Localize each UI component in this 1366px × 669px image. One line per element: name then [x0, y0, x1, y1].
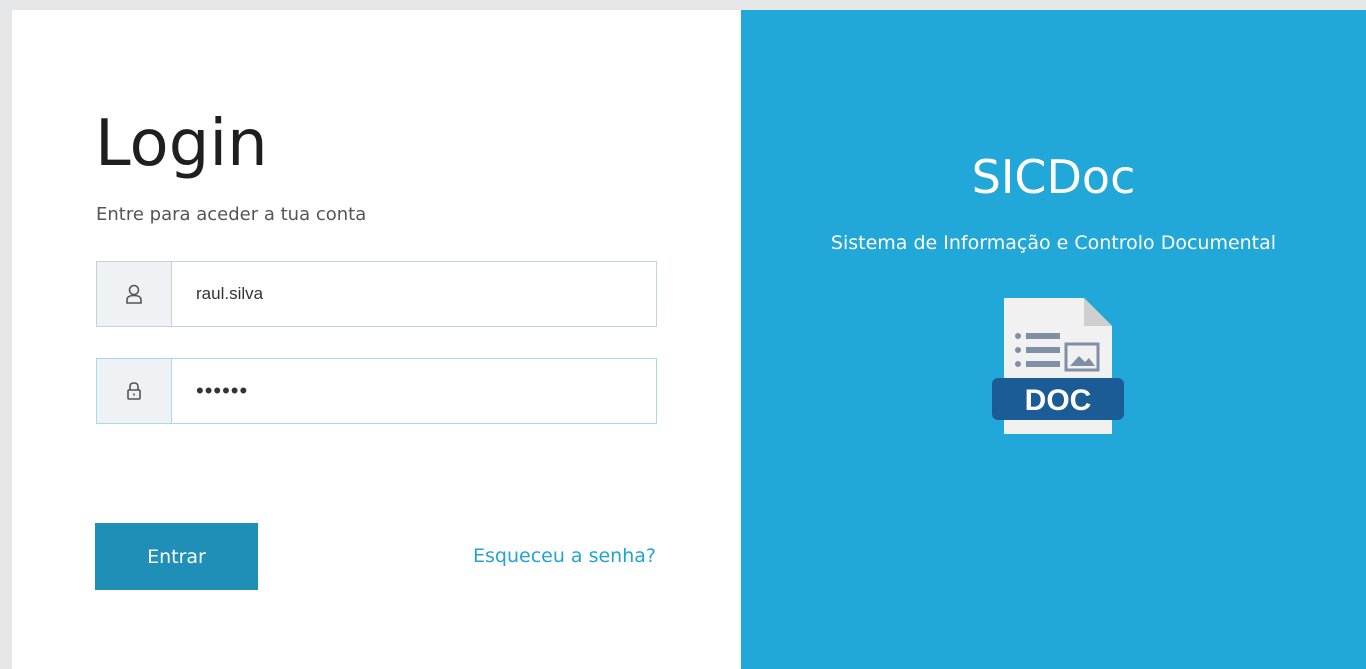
page-subtitle: Entre para aceder a tua conta [96, 204, 367, 225]
page-title: Login [95, 107, 268, 181]
doc-file-icon: DOC [990, 296, 1126, 436]
username-field [96, 261, 657, 327]
login-card: Login Entre para aceder a tua conta raul… [12, 10, 1366, 669]
brand-panel: SICDoc Sistema de Informação e Controlo … [741, 10, 1366, 669]
user-icon [97, 262, 172, 326]
brand-name: SICDoc [971, 150, 1136, 204]
forgot-password-link[interactable]: Esqueceu a senha? [473, 545, 656, 567]
doc-logo-label: DOC [1025, 384, 1092, 417]
password-input[interactable] [172, 359, 656, 423]
lock-icon [97, 359, 172, 423]
password-field [96, 358, 657, 424]
login-button[interactable]: Entrar [95, 523, 258, 590]
brand-tagline: Sistema de Informação e Controlo Documen… [830, 232, 1277, 254]
login-panel: Login Entre para aceder a tua conta raul… [12, 10, 741, 669]
username-input[interactable] [172, 262, 656, 326]
